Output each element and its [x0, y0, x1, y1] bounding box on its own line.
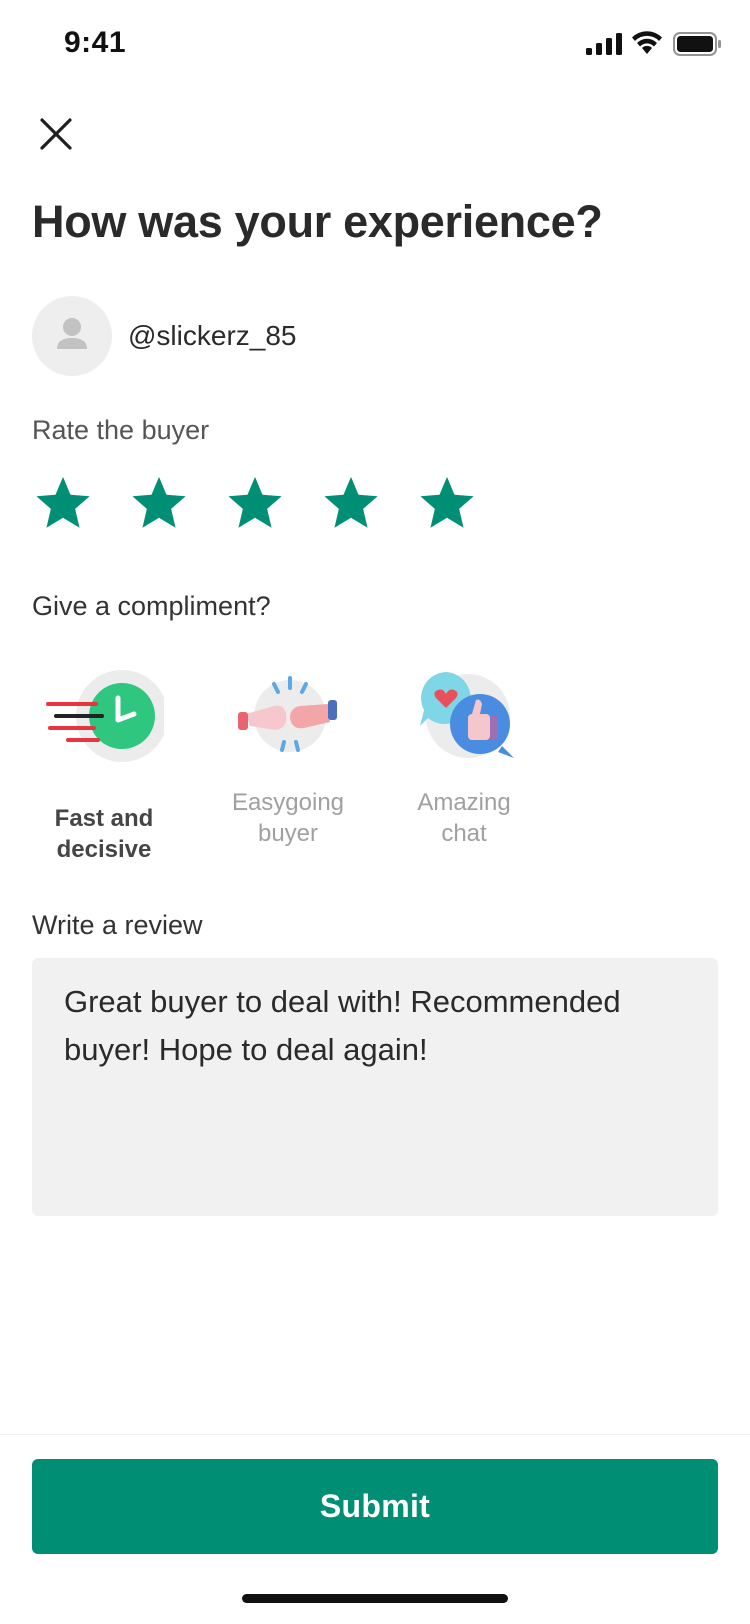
star-icon-4[interactable] — [320, 473, 382, 535]
star-icon-2[interactable] — [128, 473, 190, 535]
wifi-icon — [632, 31, 662, 54]
status-time: 9:41 — [64, 26, 127, 59]
review-label: Write a review — [32, 910, 203, 940]
compliment-amazing-chat[interactable]: Amazing chat — [376, 668, 552, 849]
cellular-signal-icon — [586, 33, 622, 55]
avatar — [32, 296, 112, 376]
compliment-easygoing-buyer[interactable]: Easygoing buyer — [200, 668, 376, 849]
star-icon-5[interactable] — [416, 473, 478, 535]
compliment-label-text: Fast and decisive — [54, 805, 154, 863]
user-placeholder-icon — [57, 318, 87, 349]
footer-divider — [0, 1434, 750, 1435]
submit-button[interactable]: Submit — [32, 1459, 718, 1554]
chat-thumbs-up-icon — [420, 672, 514, 758]
compliment-label: Give a compliment? — [32, 591, 271, 621]
star-icon-1[interactable] — [32, 473, 94, 535]
review-textarea[interactable]: Great buyer to deal with! Recommended bu… — [32, 958, 718, 1216]
home-indicator[interactable] — [242, 1594, 508, 1603]
star-rating[interactable] — [32, 473, 478, 535]
page-title: How was your experience? — [32, 196, 603, 247]
star-icon-3[interactable] — [224, 473, 286, 535]
battery-icon — [673, 32, 721, 56]
close-icon[interactable] — [38, 116, 74, 152]
username: @slickerz_85 — [128, 320, 297, 351]
fist-bump-icon — [238, 676, 337, 752]
rate-label: Rate the buyer — [32, 415, 210, 445]
compliment-label-text: Easygoing buyer — [231, 789, 345, 847]
compliment-fast-decisive[interactable]: Fast and decisive — [16, 668, 192, 865]
compliment-label-text: Amazing chat — [417, 789, 511, 847]
fast-clock-icon — [46, 670, 168, 762]
